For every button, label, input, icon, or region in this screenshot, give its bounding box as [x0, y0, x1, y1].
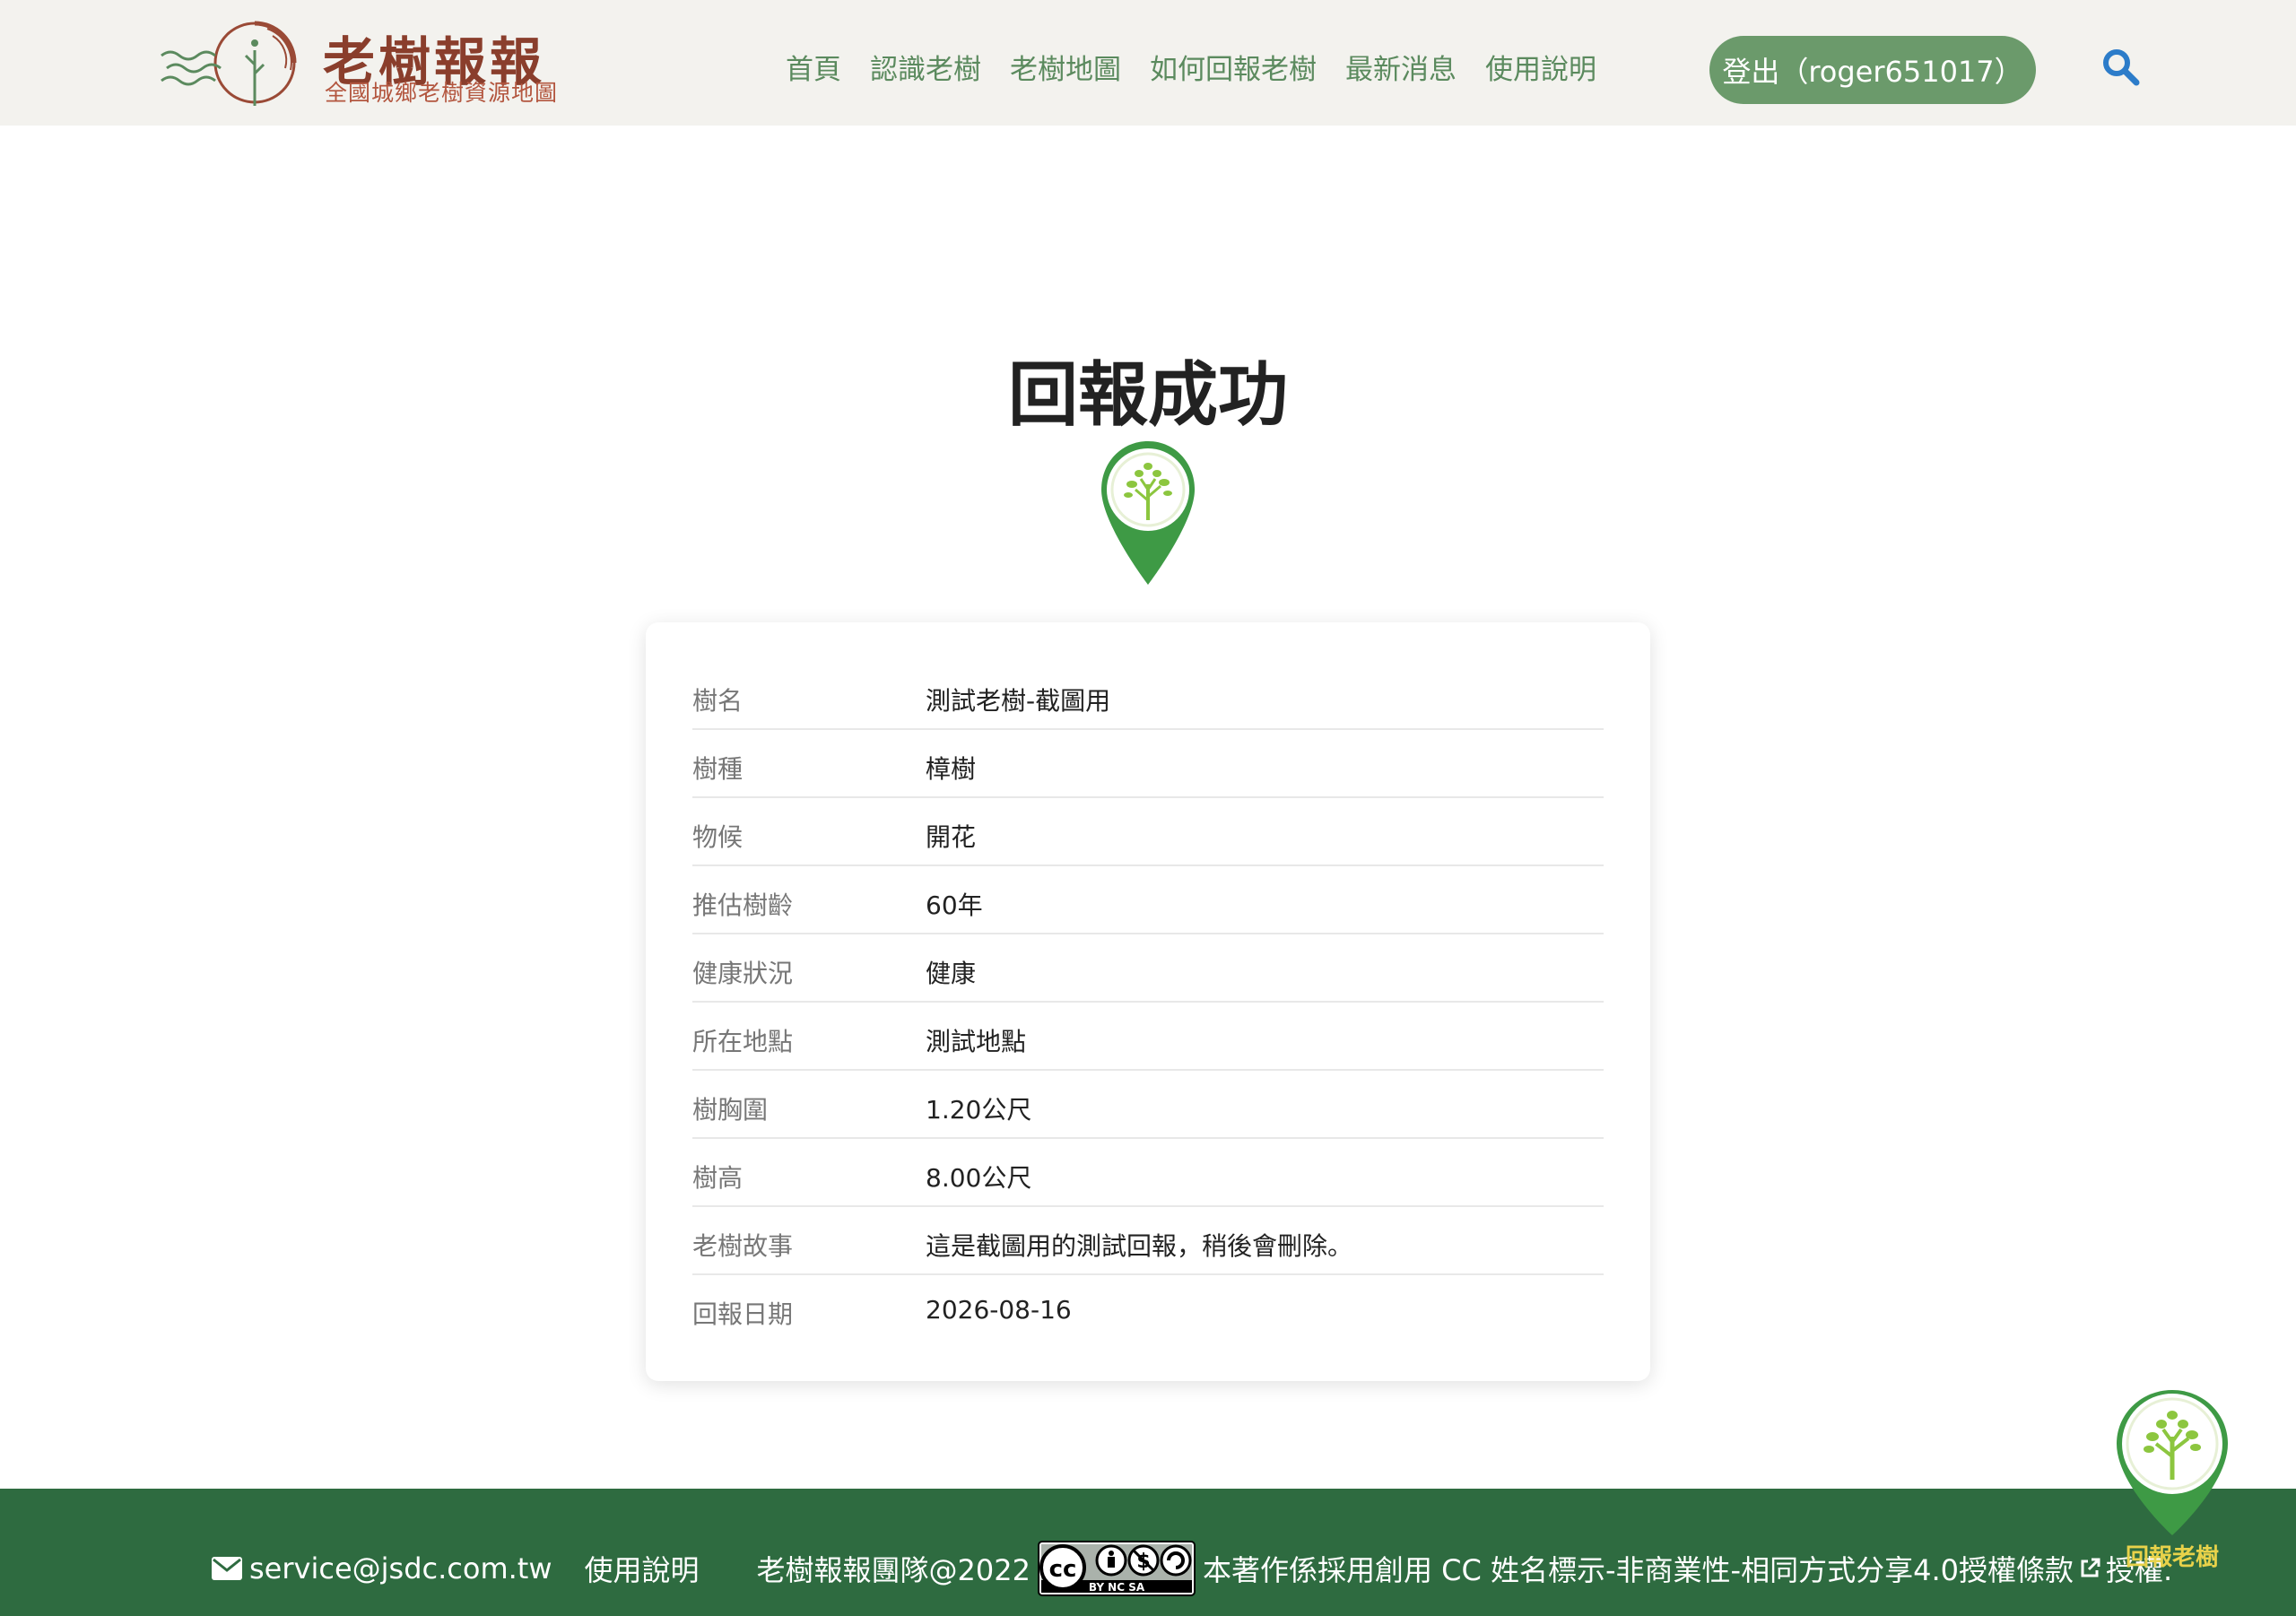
detail-label: 樹名 — [692, 686, 744, 716]
detail-value: 2026-08-16 — [926, 1295, 1072, 1325]
footer-help-link[interactable]: 使用說明 — [585, 1548, 700, 1589]
detail-value: 健康 — [926, 959, 977, 988]
logo-subtitle: 全國城鄉老樹資源地圖 — [325, 80, 559, 106]
logout-button[interactable]: 登出（roger651017） — [1709, 36, 2036, 104]
nav-news[interactable]: 最新消息 — [1345, 47, 1457, 87]
detail-value: 8.00公尺 — [926, 1163, 1032, 1193]
detail-value: 60年 — [926, 891, 983, 920]
svg-text:cc: cc — [1049, 1556, 1077, 1583]
detail-row-height: 樹高 8.00公尺 — [692, 1139, 1604, 1207]
detail-row-story: 老樹故事 這是截圖用的測試回報，稍後會刪除。 — [692, 1207, 1604, 1275]
detail-value: 測試老樹-截圖用 — [926, 686, 1111, 716]
page-title: 回報成功 — [1007, 355, 1288, 436]
detail-value: 樟樹 — [926, 754, 977, 784]
detail-row-health: 健康狀況 健康 — [692, 934, 1604, 1003]
detail-row-estimated-age: 推估樹齡 60年 — [692, 866, 1604, 934]
detail-value: 測試地點 — [926, 1027, 1027, 1056]
floating-report-label: 回報老樹 — [2125, 1544, 2219, 1571]
external-link-icon — [2081, 1558, 2100, 1577]
detail-value: 開花 — [926, 822, 977, 852]
cc-license-badge-icon[interactable]: cc $ BY NC SA — [1037, 1541, 1196, 1596]
footer-license-link[interactable]: 本著作係採用創用 CC 姓名標示-非商業性-相同方式分享4.0授權條款 — [1203, 1548, 2074, 1589]
detail-row-tree-name: 樹名 測試老樹-截圖用 — [692, 662, 1604, 730]
nav-help[interactable]: 使用說明 — [1485, 47, 1596, 87]
floating-report-tree-button[interactable]: 回報老樹 — [2109, 1386, 2235, 1571]
footer-content: service@jsdc.com.tw 使用說明 老樹報報團隊@2022 cc … — [212, 1541, 2172, 1596]
tree-pin-icon — [2117, 1390, 2228, 1535]
footer-email-link[interactable]: service@jsdc.com.tw — [249, 1551, 552, 1586]
detail-label: 樹種 — [692, 754, 744, 784]
nav-how-to-report[interactable]: 如何回報老樹 — [1150, 47, 1317, 87]
detail-row-phenology: 物候 開花 — [692, 798, 1604, 866]
nav-about-trees[interactable]: 認識老樹 — [870, 47, 981, 87]
detail-label: 樹胸圍 — [692, 1095, 769, 1125]
detail-label: 回報日期 — [692, 1299, 794, 1329]
envelope-icon — [212, 1557, 242, 1580]
detail-row-species: 樹種 樟樹 — [692, 730, 1604, 798]
nav-tree-map[interactable]: 老樹地圖 — [1010, 47, 1121, 87]
detail-label: 健康狀況 — [692, 959, 794, 988]
tree-pin-icon — [1101, 441, 1195, 585]
site-logo[interactable]: 老樹報報 全國城鄉老樹資源地圖 — [160, 16, 572, 109]
detail-row-report-date: 回報日期 2026-08-16 — [692, 1275, 1604, 1343]
site-header: 老樹報報 全國城鄉老樹資源地圖 首頁 認識老樹 老樹地圖 如何回報老樹 最新消息… — [0, 0, 2296, 126]
detail-row-girth: 樹胸圍 1.20公尺 — [692, 1071, 1604, 1139]
cc-badge-text: BY NC SA — [1089, 1581, 1145, 1594]
detail-value: 1.20公尺 — [926, 1095, 1032, 1125]
search-icon[interactable] — [2100, 47, 2140, 86]
main-nav: 首頁 認識老樹 老樹地圖 如何回報老樹 最新消息 使用說明 — [786, 47, 1596, 87]
detail-label: 物候 — [692, 822, 744, 852]
detail-row-location: 所在地點 測試地點 — [692, 1003, 1604, 1071]
nav-home[interactable]: 首頁 — [786, 47, 841, 87]
tree-ring-logo-icon — [161, 21, 297, 106]
detail-label: 推估樹齡 — [692, 891, 794, 920]
detail-label: 所在地點 — [692, 1027, 794, 1056]
site-footer: service@jsdc.com.tw 使用說明 老樹報報團隊@2022 cc … — [0, 1489, 2296, 1616]
detail-label: 老樹故事 — [692, 1231, 794, 1261]
detail-value: 這是截圖用的測試回報，稍後會刪除。 — [926, 1231, 1353, 1261]
footer-copyright: 老樹報報團隊@2022 — [756, 1553, 1031, 1587]
detail-label: 樹高 — [692, 1163, 744, 1193]
